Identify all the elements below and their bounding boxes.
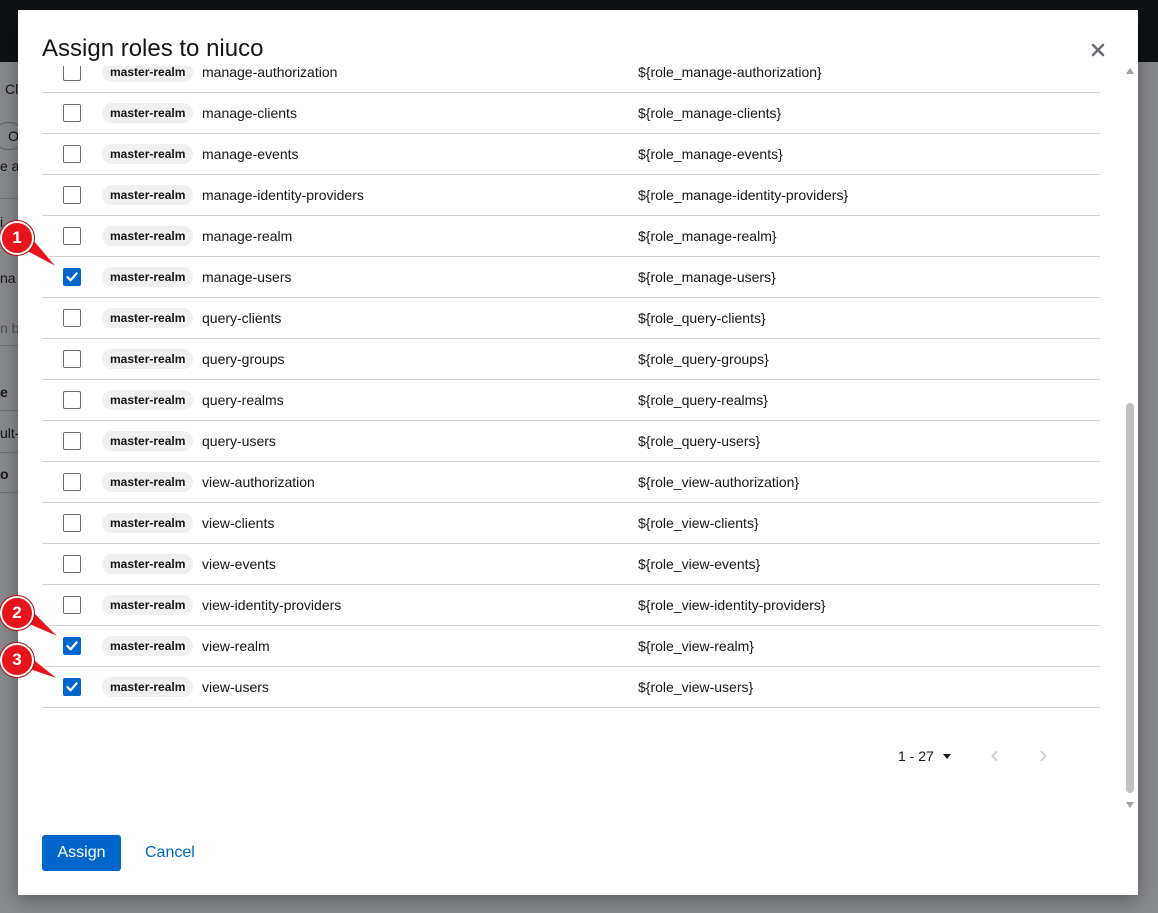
table-row: master-realm query-users ${role_query-user… xyxy=(42,421,1100,462)
role-description: ${role_manage-events} xyxy=(638,146,783,162)
previous-page-button[interactable] xyxy=(985,746,1005,766)
role-name: manage-realm xyxy=(202,228,293,244)
role-name: manage-clients xyxy=(202,105,297,121)
table-row: master-realm manage-events ${role_manage-e… xyxy=(42,134,1100,175)
annotation-pointers xyxy=(16,239,61,681)
pagination-range-toggle[interactable]: 1 - 27 xyxy=(898,748,951,764)
table-row: master-realm manage-users ${role_manage-us… xyxy=(42,257,1100,298)
role-description: ${role_view-users} xyxy=(638,679,754,695)
close-button[interactable] xyxy=(1086,38,1110,62)
role-description: ${role_view-identity-providers} xyxy=(638,597,826,613)
table-row: master-realm manage-realm ${role_manage-re… xyxy=(42,216,1100,257)
role-description: ${role_query-clients} xyxy=(638,310,766,326)
annotation-marker-2: 2 xyxy=(0,596,34,630)
pagination: 1 - 27 xyxy=(898,746,951,766)
table-row: master-realm manage-clients ${role_manage-… xyxy=(42,93,1100,134)
table-row: master-realm manage-identity-providers ${r… xyxy=(42,175,1100,216)
roles-table-body: master-realm manage-authorization ${role_m… xyxy=(42,66,1100,708)
role-description: ${role_view-clients} xyxy=(638,515,759,531)
role-description: ${role_manage-identity-providers} xyxy=(638,187,849,203)
table-row: master-realm view-clients ${role_view-clie… xyxy=(42,503,1100,544)
roles-table: master-realm manage-authorization ${role_m… xyxy=(42,66,1100,716)
modal-scrollbar[interactable] xyxy=(1122,66,1138,810)
table-row: master-realm view-realm ${role_view-realm} xyxy=(42,626,1100,667)
role-name: query-users xyxy=(202,433,276,449)
role-description: ${role_query-groups} xyxy=(638,351,769,367)
role-name: view-clients xyxy=(202,515,275,531)
table-row: master-realm query-realms ${role_query-rea… xyxy=(42,380,1100,421)
role-name: view-identity-providers xyxy=(202,597,342,613)
role-name: query-clients xyxy=(202,310,282,326)
role-description: ${role_query-realms} xyxy=(638,392,768,408)
scroll-down-arrow-icon[interactable] xyxy=(1126,802,1134,808)
role-description: ${role_manage-users} xyxy=(638,269,776,285)
role-name: view-authorization xyxy=(202,474,315,490)
role-name: manage-events xyxy=(202,146,299,162)
role-name: manage-authorization xyxy=(202,66,338,80)
role-description: ${role_manage-realm} xyxy=(638,228,777,244)
role-description: ${role_view-realm} xyxy=(638,638,754,654)
role-name: view-users xyxy=(202,679,269,695)
caret-down-icon xyxy=(942,753,951,759)
scroll-up-arrow-icon[interactable] xyxy=(1126,68,1134,74)
next-page-button[interactable] xyxy=(1033,746,1053,766)
role-name: view-events xyxy=(202,556,276,572)
assign-roles-modal: Assign roles to niuco master-realm manage… xyxy=(18,10,1138,895)
scrollbar-thumb[interactable] xyxy=(1126,403,1134,793)
chevron-left-icon xyxy=(991,750,998,762)
role-description: ${role_view-events} xyxy=(638,556,761,572)
annotation-marker-1: 1 xyxy=(0,221,34,255)
role-description: ${role_manage-authorization} xyxy=(638,66,822,80)
role-name: manage-users xyxy=(202,269,292,285)
role-name: query-realms xyxy=(202,392,284,408)
role-description: ${role_view-authorization} xyxy=(638,474,800,490)
table-row: master-realm view-events ${role_view-event… xyxy=(42,544,1100,585)
role-name: manage-identity-providers xyxy=(202,187,364,203)
chevron-right-icon xyxy=(1040,750,1047,762)
cancel-button[interactable]: Cancel xyxy=(145,844,195,862)
role-description: ${role_query-users} xyxy=(638,433,761,449)
annotation-marker-3: 3 xyxy=(0,643,34,677)
table-row: master-realm manage-authorization ${role_m… xyxy=(42,66,1100,93)
table-row: master-realm view-authorization ${role_vie… xyxy=(42,462,1100,503)
table-row: master-realm query-groups ${role_query-gro… xyxy=(42,339,1100,380)
table-row: master-realm view-identity-providers ${rol… xyxy=(42,585,1100,626)
table-row: master-realm query-clients ${role_query-cl… xyxy=(42,298,1100,339)
pagination-range: 1 - 27 xyxy=(898,748,934,764)
table-row: master-realm view-users ${role_view-users} xyxy=(42,667,1100,708)
role-name: query-groups xyxy=(202,351,285,367)
close-icon xyxy=(1091,43,1105,57)
role-description: ${role_manage-clients} xyxy=(638,105,782,121)
role-name: view-realm xyxy=(202,638,270,654)
